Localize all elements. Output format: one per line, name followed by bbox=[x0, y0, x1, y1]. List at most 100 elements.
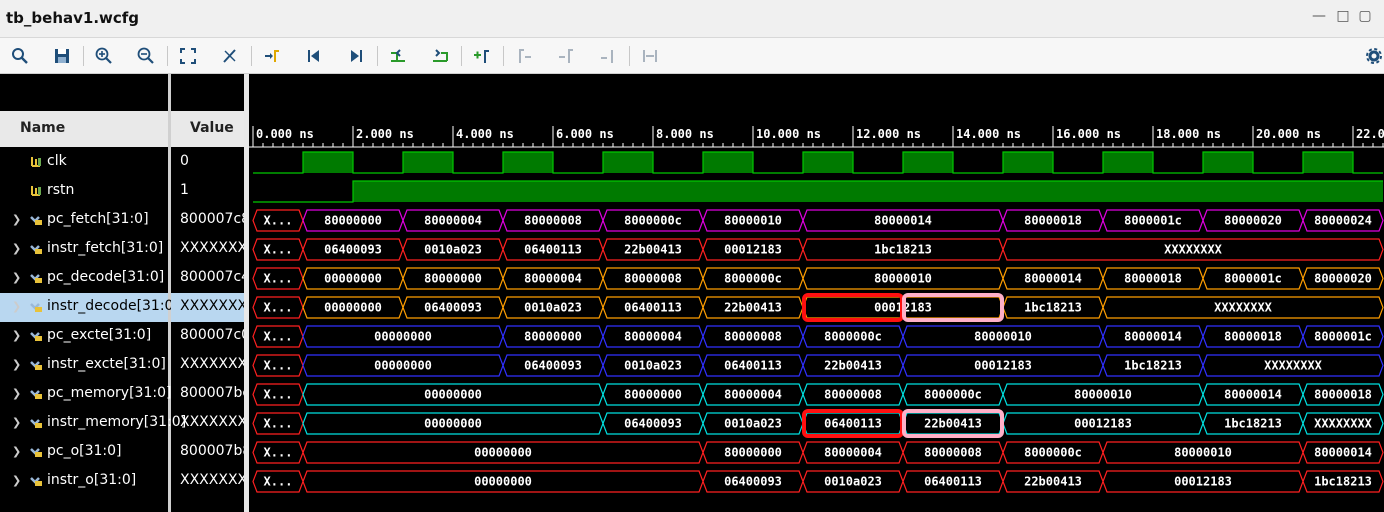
expand-chevron-icon[interactable]: ❯ bbox=[12, 271, 21, 284]
signal-value: 800007c0 bbox=[180, 327, 244, 343]
signal-row-instr-memory[interactable]: ❯ instr_memory[31:0] bbox=[0, 409, 186, 438]
bit-high-fill bbox=[1103, 152, 1153, 173]
bus-value-label: 00012183 bbox=[1174, 475, 1232, 489]
bus-value-label: 80000014 bbox=[1124, 330, 1182, 344]
expand-chevron-icon[interactable]: ❯ bbox=[12, 358, 21, 371]
bus-value-label: 00000000 bbox=[324, 272, 382, 286]
signal-value: XXXXXXXX bbox=[180, 240, 244, 256]
bit-high-fill bbox=[803, 152, 853, 173]
bus-value-label: 0010a023 bbox=[624, 359, 682, 373]
bus-signal-icon bbox=[30, 332, 42, 341]
bus-value-label: 80000010 bbox=[1174, 446, 1232, 460]
zoom-out-button[interactable] bbox=[133, 44, 159, 68]
bus-value-label: 80000000 bbox=[724, 446, 782, 460]
signal-row-pc-excte[interactable]: ❯ pc_excte[31:0] bbox=[0, 322, 168, 351]
bit-high-fill bbox=[703, 152, 753, 173]
window-title: tb_behav1.wcfg bbox=[6, 9, 140, 27]
bus-value-label: 80000014 bbox=[1224, 388, 1282, 402]
snap-button[interactable] bbox=[637, 44, 663, 68]
signal-row-pc-o[interactable]: ❯ pc_o[31:0] bbox=[0, 438, 168, 467]
signal-row-instr-fetch[interactable]: ❯ instr_fetch[31:0] bbox=[0, 235, 168, 264]
zoom-fit-button[interactable] bbox=[175, 44, 201, 68]
expand-chevron-icon[interactable]: ❯ bbox=[12, 416, 21, 429]
expand-chevron-icon[interactable]: ❯ bbox=[12, 242, 21, 255]
restore-icon[interactable]: □ bbox=[1334, 8, 1352, 24]
signal-value: 800007c4 bbox=[180, 269, 244, 285]
search-button[interactable] bbox=[7, 44, 33, 68]
bit-high-fill bbox=[603, 152, 653, 173]
bus-value-label: 06400093 bbox=[524, 359, 582, 373]
signal-row-pc-fetch[interactable]: ❯ pc_fetch[31:0] bbox=[0, 206, 168, 235]
signal-row-instr-o[interactable]: ❯ instr_o[31:0] bbox=[0, 467, 168, 496]
signal-value: 0 bbox=[180, 153, 189, 169]
bit-high-fill bbox=[303, 152, 353, 173]
bus-signal-icon bbox=[30, 448, 42, 457]
go-first-button[interactable] bbox=[301, 44, 327, 68]
signal-name: pc_fetch[31:0] bbox=[47, 211, 149, 227]
expand-chevron-icon[interactable]: ❯ bbox=[12, 329, 21, 342]
settings-button[interactable] bbox=[1361, 44, 1384, 68]
add-marker-button[interactable] bbox=[469, 44, 495, 68]
bus-value-label: 8000001c bbox=[1124, 214, 1182, 228]
zoom-out-icon bbox=[137, 47, 154, 64]
window-titlebar: tb_behav1.wcfg — □ ▢ bbox=[0, 0, 1384, 38]
cursor-button[interactable] bbox=[217, 44, 243, 68]
signal-row-pc-memory[interactable]: ❯ pc_memory[31:0] bbox=[0, 380, 171, 409]
waveform-viewer[interactable]: 0.000 ns 2.000 ns 4.000 ns 6.000 ns 8.000 ns… bbox=[249, 74, 1384, 512]
signal-value: XXXXXXXX bbox=[180, 356, 244, 372]
signal-row-clk[interactable]: clk bbox=[0, 148, 168, 177]
marker-button[interactable] bbox=[259, 44, 285, 68]
name-column-header[interactable]: Name bbox=[0, 111, 168, 147]
signal-value: 800007bc bbox=[180, 385, 244, 401]
bus-value-label: 80000014 bbox=[1314, 446, 1372, 460]
go-last-button[interactable] bbox=[343, 44, 369, 68]
expand-chevron-icon[interactable]: ❯ bbox=[12, 300, 21, 313]
bus-value-label: 8000001c bbox=[1314, 330, 1372, 344]
bus-value-label: 80000000 bbox=[424, 272, 482, 286]
next-marker-button[interactable] bbox=[553, 44, 579, 68]
bus-value-label: 8000000c bbox=[924, 388, 982, 402]
bit-high-fill bbox=[903, 152, 953, 173]
bus-value-label: 80000010 bbox=[874, 272, 932, 286]
signal-name: clk bbox=[47, 153, 67, 169]
signal-row-instr-decode[interactable]: ❯ instr_decode[31:0] bbox=[0, 293, 179, 322]
bus-value-label: 80000018 bbox=[1224, 330, 1282, 344]
minimize-icon[interactable]: — bbox=[1310, 8, 1328, 24]
bus-value-label: 80000018 bbox=[1124, 272, 1182, 286]
bus-value-label: X... bbox=[264, 388, 293, 402]
maximize-icon[interactable]: ▢ bbox=[1356, 8, 1374, 24]
next-transition-button[interactable] bbox=[427, 44, 453, 68]
toolbar-separator bbox=[377, 46, 378, 66]
signal-value: XXXXXXXX bbox=[171, 293, 244, 322]
bus-value-label: 1bc18213 bbox=[1224, 417, 1282, 431]
zoom-in-button[interactable] bbox=[91, 44, 117, 68]
bus-value-label: X... bbox=[264, 214, 293, 228]
ruler-label: 18.000 ns bbox=[1156, 127, 1221, 141]
signal-name: instr_o[31:0] bbox=[47, 472, 137, 488]
prev-marker-button[interactable] bbox=[511, 44, 537, 68]
prev-transition-button[interactable] bbox=[385, 44, 411, 68]
toolbar-separator bbox=[167, 46, 168, 66]
signal-row-pc-decode[interactable]: ❯ pc_decode[31:0] bbox=[0, 264, 168, 293]
bus-value-label: 1bc18213 bbox=[1024, 301, 1082, 315]
expand-chevron-icon[interactable]: ❯ bbox=[12, 387, 21, 400]
save-button[interactable] bbox=[49, 44, 75, 68]
expand-chevron-icon[interactable]: ❯ bbox=[12, 474, 21, 487]
bus-value-label: 06400113 bbox=[524, 243, 582, 257]
bus-value-label: 80000008 bbox=[724, 330, 782, 344]
ruler-label: 16.000 ns bbox=[1056, 127, 1121, 141]
bus-value-label: 22b00413 bbox=[1024, 475, 1082, 489]
bus-signal-icon bbox=[30, 274, 42, 283]
ruler-label: 4.000 ns bbox=[456, 127, 514, 141]
signal-row-instr-excte[interactable]: ❯ instr_excte[31:0] bbox=[0, 351, 168, 380]
signal-name: pc_excte[31:0] bbox=[47, 327, 152, 343]
bit-signal-icon bbox=[31, 186, 41, 196]
expand-chevron-icon[interactable]: ❯ bbox=[12, 445, 21, 458]
swap-cursor-button[interactable] bbox=[595, 44, 621, 68]
bus-value-label: 00000000 bbox=[474, 475, 532, 489]
signal-row-rstn[interactable]: rstn bbox=[0, 177, 168, 206]
signal-name: instr_excte[31:0] bbox=[47, 356, 166, 372]
value-column-header[interactable]: Value bbox=[171, 111, 244, 147]
expand-chevron-icon[interactable]: ❯ bbox=[12, 213, 21, 226]
bus-value-label: 80000020 bbox=[1314, 272, 1372, 286]
